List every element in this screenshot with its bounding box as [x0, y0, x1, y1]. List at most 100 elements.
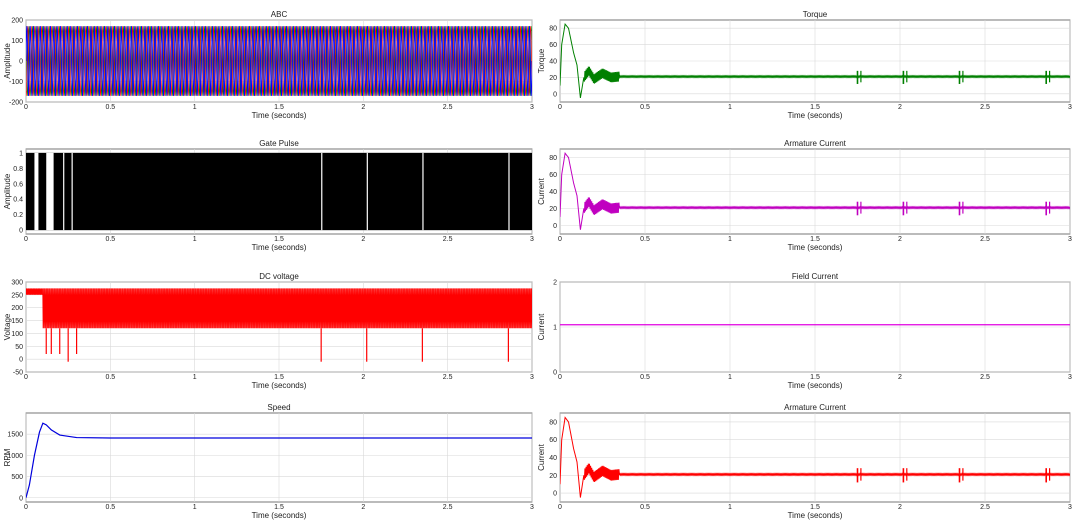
pulse-gap: [321, 152, 323, 231]
y-axis-label: Current: [537, 177, 546, 204]
y-tick-label: 50: [15, 344, 23, 351]
plot-area: [26, 152, 532, 231]
pulse-gap: [34, 152, 39, 231]
x-tick-label: 1: [728, 504, 732, 511]
x-tick-label: 0: [558, 374, 562, 381]
x-tick-label: 0.5: [640, 504, 650, 511]
x-tick-label: 1: [193, 236, 197, 243]
x-tick-label: 0: [558, 104, 562, 111]
x-tick-label: 0.5: [640, 104, 650, 111]
plot-area: [26, 26, 532, 96]
x-tick-label: 1.5: [810, 104, 820, 111]
y-tick-label: 40: [549, 455, 557, 462]
y-axis-label: Voltage: [3, 313, 12, 340]
y-tick-label: 0.8: [13, 166, 23, 173]
y-axis-label: Amplitude: [3, 43, 12, 79]
x-tick-label: 1.5: [810, 374, 820, 381]
y-axis-label: Torque: [537, 48, 546, 73]
x-tick-label: 2: [361, 504, 365, 511]
y-tick-label: 100: [11, 331, 23, 338]
y-tick-label: 200: [11, 305, 23, 312]
y-tick-label: 0: [19, 357, 23, 364]
x-tick-label: 0.5: [640, 374, 650, 381]
y-tick-label: -200: [9, 100, 23, 107]
x-axis-label: Time (seconds): [252, 511, 307, 520]
subplot-5: 0 0.5 1 1.5 2 2.5 3-50050100150200250300DC vol…: [3, 272, 534, 390]
x-axis-label: Time (seconds): [252, 111, 307, 120]
x-tick-label: 1: [193, 504, 197, 511]
subplot-6: 0 0.5 1 1.5 2 2.5 3 0 1 2 Field Current Time (secon…: [537, 272, 1072, 390]
x-axis-label: Time (seconds): [788, 243, 843, 252]
y-tick-label: 80: [549, 26, 557, 33]
pulse-gap: [49, 152, 54, 231]
x-tick-label: 1.5: [810, 236, 820, 243]
plot-title: Torque: [803, 10, 828, 19]
y-tick-label: 1500: [7, 432, 23, 439]
y-tick-label: 0: [553, 91, 557, 98]
x-tick-label: 2: [361, 104, 365, 111]
y-tick-label: 300: [11, 280, 23, 287]
figure-canvas: 0 0.5 1 1.5 2 2.5 3-200-1000100200ABCTime (sec…: [3, 10, 1072, 520]
x-tick-label: 1.5: [274, 504, 284, 511]
subplot-4: 0 0.5 1 1.5 2 2.5 3 0 20 40 60 80 Armature Current Ti…: [537, 139, 1072, 252]
y-tick-label: 0.2: [13, 212, 23, 219]
subplot-1: 0 0.5 1 1.5 2 2.5 3 -200 -100 0 100 200 ABC Time (sec…: [3, 10, 534, 120]
pulse-gap: [508, 152, 510, 231]
x-tick-label: 2: [898, 374, 902, 381]
y-tick-label: 250: [11, 292, 23, 299]
pulse-gap: [63, 152, 65, 231]
y-tick-label: 40: [549, 59, 557, 66]
x-tick-label: 0: [558, 504, 562, 511]
x-tick-label: 2: [898, 504, 902, 511]
x-tick-label: 0.5: [105, 374, 115, 381]
x-tick-label: 1.5: [274, 374, 284, 381]
x-tick-label: 0.5: [105, 236, 115, 243]
plot-title: ABC: [271, 10, 288, 19]
y-tick-label: -100: [9, 79, 23, 86]
x-tick-label: 2.5: [980, 236, 990, 243]
y-tick-label: 60: [549, 172, 557, 179]
y-tick-label: 500: [11, 474, 23, 481]
y-tick-label: 80: [549, 419, 557, 426]
pulse-fill: [26, 152, 532, 231]
plot-title: Speed: [267, 403, 290, 412]
x-tick-label: 2: [361, 374, 365, 381]
x-tick-label: 1: [193, 374, 197, 381]
y-tick-label: 0.4: [13, 197, 23, 204]
x-tick-label: 0: [24, 504, 28, 511]
x-tick-label: 1.5: [274, 236, 284, 243]
y-tick-label: 0.6: [13, 181, 23, 188]
x-axis-label: Time (seconds): [788, 511, 843, 520]
pulse-gap: [422, 152, 424, 231]
x-axis-label: Time (seconds): [252, 243, 307, 252]
x-tick-label: 1: [728, 374, 732, 381]
x-tick-label: 1.5: [810, 504, 820, 511]
y-axis-label: Current: [537, 443, 546, 470]
x-tick-label: 1: [728, 104, 732, 111]
x-tick-label: 2.5: [443, 236, 453, 243]
x-tick-label: 1: [728, 236, 732, 243]
x-tick-label: 0: [24, 374, 28, 381]
y-tick-label: 0: [553, 223, 557, 230]
x-tick-label: 0: [24, 104, 28, 111]
y-tick-label: 80: [549, 155, 557, 162]
x-tick-label: 0.5: [105, 104, 115, 111]
y-tick-label: 20: [549, 206, 557, 213]
subplot-8: 0 0.5 1 1.5 2 2.5 3 0 20 40 60 80 Armature Current Ti…: [537, 403, 1072, 520]
x-tick-label: 3: [1068, 236, 1072, 243]
y-axis-label: Amplitude: [3, 173, 12, 209]
y-tick-label: 0: [19, 228, 23, 235]
subplot-2: 0 0.5 1 1.5 2 2.5 3 0 20 40 60 80 Torque Time (second…: [537, 10, 1072, 120]
y-tick-label: 2: [553, 280, 557, 287]
plot-title: Armature Current: [784, 139, 847, 148]
y-tick-label: 0: [19, 59, 23, 66]
y-tick-label: 1: [19, 150, 23, 157]
x-tick-label: 3: [1068, 504, 1072, 511]
pulse-gap: [366, 152, 368, 231]
x-tick-label: 3: [530, 504, 534, 511]
x-axis-label: Time (seconds): [788, 381, 843, 390]
x-tick-label: 3: [530, 104, 534, 111]
x-tick-label: 2.5: [443, 104, 453, 111]
y-tick-label: 1: [553, 325, 557, 332]
y-tick-label: 0: [553, 491, 557, 498]
